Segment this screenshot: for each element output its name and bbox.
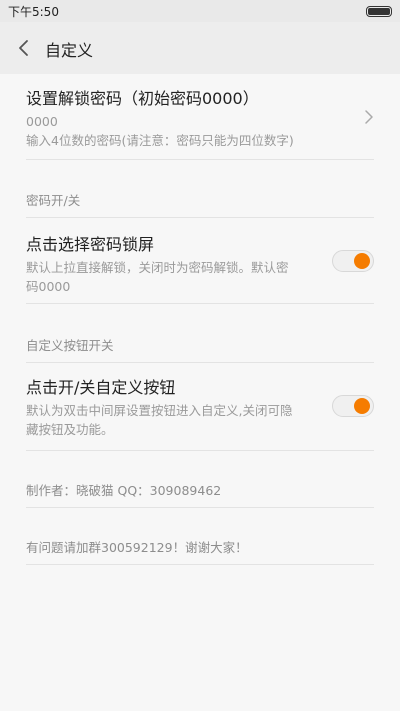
divider — [26, 159, 374, 160]
toggle-knob — [354, 253, 370, 269]
back-arrow-icon[interactable] — [14, 36, 34, 60]
button-toggle-desc-1: 默认为双击中间屏设置按钮进入自定义,关闭可隐 — [26, 403, 293, 418]
lock-toggle-title: 点击选择密码锁屏 — [26, 235, 155, 254]
button-toggle-row[interactable]: 点击开/关自定义按钮 默认为双击中间屏设置按钮进入自定义,关闭可隐 藏按钮及功能… — [26, 377, 326, 439]
button-toggle-title: 点击开/关自定义按钮 — [26, 378, 176, 397]
divider — [26, 507, 374, 508]
lock-toggle-desc-1: 默认上拉直接解锁，关闭时为密码解锁。默认密 — [26, 260, 289, 275]
lock-toggle-row[interactable]: 点击选择密码锁屏 默认上拉直接解锁，关闭时为密码解锁。默认密 码0000 — [26, 234, 326, 296]
status-time: 下午5:50 — [8, 5, 59, 19]
contact-info: 有问题请加群300592129！谢谢大家！ — [26, 540, 248, 555]
author-info: 制作者：晓破猫 QQ：309089462 — [26, 483, 222, 498]
divider — [26, 362, 374, 363]
lock-toggle-desc-2: 码0000 — [26, 279, 71, 294]
divider — [26, 450, 374, 451]
section-label-password: 密码开/关 — [26, 193, 81, 208]
divider — [26, 303, 374, 304]
header: 自定义 — [0, 22, 400, 74]
password-setting-title: 设置解锁密码（初始密码0000） — [26, 89, 259, 108]
password-setting-row[interactable]: 设置解锁密码（初始密码0000） 0000 输入4位数的密码(请注意：密码只能为… — [26, 88, 374, 150]
section-label-custom-button: 自定义按钮开关 — [26, 338, 114, 353]
password-value: 0000 — [26, 114, 58, 129]
divider — [26, 564, 374, 565]
toggle-knob — [354, 398, 370, 414]
status-bar: 下午5:50 — [0, 0, 400, 22]
button-toggle-desc-2: 藏按钮及功能。 — [26, 422, 114, 437]
battery-fill — [368, 8, 390, 15]
battery-icon — [366, 6, 392, 17]
custom-button-toggle[interactable] — [332, 395, 374, 417]
lock-screen-toggle[interactable] — [332, 250, 374, 272]
divider — [26, 217, 374, 218]
page-title: 自定义 — [45, 41, 94, 60]
password-hint: 输入4位数的密码(请注意：密码只能为四位数字) — [26, 133, 294, 148]
chevron-right-icon[interactable] — [364, 109, 374, 125]
settings-list: 设置解锁密码（初始密码0000） 0000 输入4位数的密码(请注意：密码只能为… — [0, 74, 400, 711]
